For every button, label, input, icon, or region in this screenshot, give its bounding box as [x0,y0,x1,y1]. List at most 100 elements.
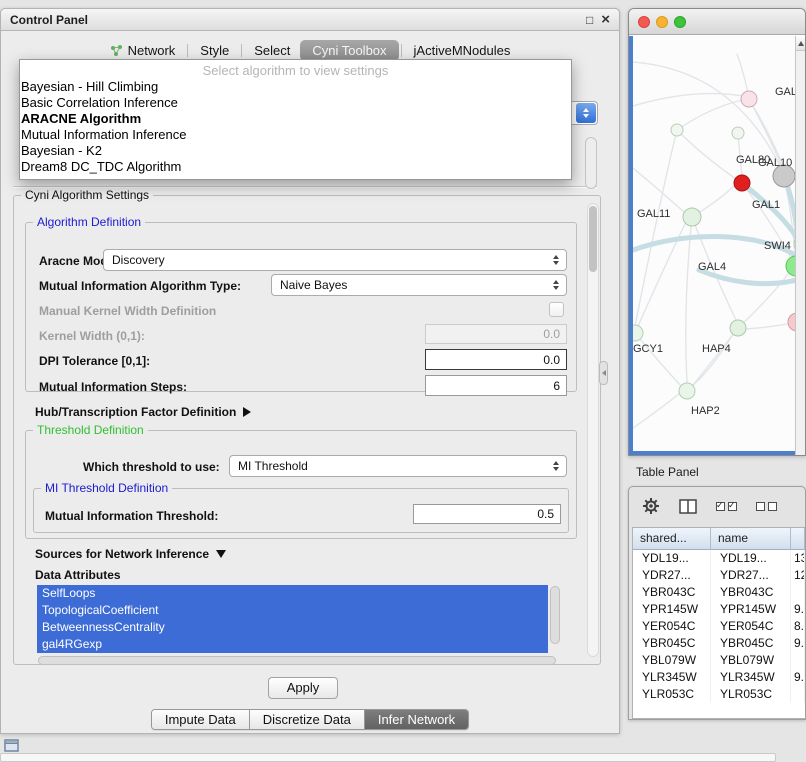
sources-label: Sources for Network Inference [35,547,209,561]
table-cell: YBL079W [711,652,791,669]
algorithm-popup-placeholder: Select algorithm to view settings [20,62,571,79]
expanded-arrow-icon [216,550,226,558]
network-edge[interactable] [677,130,736,179]
tab-network-label: Network [128,43,176,58]
algorithm-option[interactable]: Dream8 DC_TDC Algorithm [20,159,571,175]
algorithm-option[interactable]: Bayesian - K2 [20,143,571,159]
control-panel-titlebar[interactable]: Control Panel □ × [1,9,619,31]
deselect-all-icon[interactable] [756,502,777,511]
panel-grid-icon[interactable] [4,739,19,752]
tab-cyni-toolbox[interactable]: Cyni Toolbox [300,40,398,61]
tab-network[interactable]: Network [100,40,186,61]
table-row[interactable]: YBL079WYBL079W [633,652,805,669]
network-edge[interactable] [633,393,680,428]
float-window-icon[interactable]: □ [586,14,593,26]
sources-toggle[interactable]: Sources for Network Inference [35,547,226,561]
columns-icon[interactable] [679,499,697,514]
network-edge[interactable] [633,168,684,212]
network-node[interactable] [741,91,757,107]
algorithm-option[interactable]: ARACNE Algorithm [20,111,571,127]
table-cell [791,652,805,669]
minimize-traffic-light[interactable] [656,16,668,28]
scrollbar-fragment[interactable] [585,137,597,189]
tab-style[interactable]: Style [190,40,239,61]
algorithm-option[interactable]: Basic Correlation Inference [20,95,571,111]
network-node[interactable] [734,175,750,191]
table-cell: YBR045C [633,635,711,652]
table-row[interactable]: YER054CYER054C8. [633,618,805,635]
hub-definition-toggle[interactable]: Hub/Transcription Factor Definition [35,405,251,419]
dpi-tolerance-field[interactable]: 0.0 [425,349,567,370]
close-window-icon[interactable]: × [601,14,610,26]
table-row[interactable]: YLR053CYLR053C [633,686,805,703]
mi-threshold-title: MI Threshold Definition [41,481,172,495]
algorithm-option[interactable]: Mutual Information Inference [20,127,571,143]
kernel-width-field[interactable]: 0.0 [425,324,567,344]
tab-discretize-data[interactable]: Discretize Data [250,710,365,729]
network-graph: GALGAL80GAL10GAL11GAL1SWI4GAL4GCY1HAP4YH… [633,36,795,453]
network-node[interactable] [732,127,744,139]
table-row[interactable]: YDL19...YDL19...13 [633,550,805,567]
scrollbar-thumb[interactable] [589,206,597,272]
status-bar [0,753,776,762]
table-cell: 9. [791,601,805,618]
settings-scrollbar[interactable] [587,203,599,657]
zoom-traffic-light[interactable] [674,16,686,28]
attributes-horizontal-scrollbar[interactable] [38,656,556,665]
network-node[interactable] [786,256,795,276]
gear-icon[interactable] [642,497,660,515]
tab-jactivemnodules-label: jActiveMNodules [414,43,511,58]
attribute-list-item[interactable]: TopologicalCoefficient [37,602,548,619]
column-header-shared-name[interactable]: shared... [633,528,711,550]
network-node[interactable] [788,313,795,331]
mi-threshold-field[interactable]: 0.5 [413,504,561,524]
table-row[interactable]: YBR045CYBR045C9. [633,635,805,652]
mi-steps-field[interactable]: 6 [425,375,567,396]
table-row[interactable]: YBR043CYBR043C [633,584,805,601]
tab-jactivemnodules[interactable]: jActiveMNodules [404,40,521,61]
control-panel-window: Control Panel □ × Network Style Select [0,8,620,734]
pane-divider-handle[interactable] [599,361,608,385]
algorithm-option[interactable]: Bayesian - Hill Climbing [20,79,571,95]
network-scrollbar[interactable] [795,36,805,455]
table-header-row: shared... name [633,528,805,550]
node-label: GAL11 [637,208,670,220]
attribute-list-item[interactable]: SelfLoops [37,585,548,602]
table-cell: YER054C [711,618,791,635]
aracne-mode-select[interactable]: Discovery [103,249,567,271]
scroll-up-arrow-icon[interactable] [796,36,805,51]
attribute-table: shared... name YDL19...YDL19...13YDR27..… [632,527,805,719]
network-canvas[interactable]: GALGAL80GAL10GAL11GAL1SWI4GAL4GCY1HAP4YH… [629,36,795,455]
network-edge[interactable] [635,130,677,326]
network-node[interactable] [683,208,701,226]
which-threshold-select[interactable]: MI Threshold [229,455,567,477]
table-row[interactable]: YLR345WYLR345W9. [633,669,805,686]
tab-select[interactable]: Select [244,40,300,61]
tab-infer-network[interactable]: Infer Network [365,710,468,729]
apply-button[interactable]: Apply [268,677,338,699]
table-row[interactable]: YPR145WYPR145W9. [633,601,805,618]
network-edge[interactable] [677,100,742,130]
manual-kernel-checkbox[interactable] [549,302,564,317]
attribute-list-item[interactable]: gal4RGexp [37,636,548,653]
column-header-partial[interactable] [791,528,805,550]
table-cell: YLR053C [711,686,791,703]
network-edge[interactable] [686,217,692,383]
node-label: SWI4 [764,240,791,252]
network-edge[interactable] [635,333,681,386]
column-header-name[interactable]: name [711,528,791,550]
network-node[interactable] [730,320,746,336]
mi-type-select[interactable]: Naive Bayes [271,274,567,296]
attribute-list-item[interactable]: BetweennessCentrality [37,619,548,636]
network-node[interactable] [671,124,683,136]
algorithm-popup-list: Bayesian - Hill ClimbingBasic Correlatio… [20,79,571,175]
table-row[interactable]: YDR27...YDR27...12 [633,567,805,584]
attributes-vertical-scrollbar[interactable] [550,586,560,644]
network-window-titlebar[interactable] [629,9,805,35]
tab-impute-data[interactable]: Impute Data [152,710,250,729]
manual-kernel-label: Manual Kernel Width Definition [39,304,216,318]
select-all-icon[interactable] [716,502,737,511]
network-node[interactable] [633,325,643,341]
network-node[interactable] [679,383,695,399]
close-traffic-light[interactable] [638,16,650,28]
